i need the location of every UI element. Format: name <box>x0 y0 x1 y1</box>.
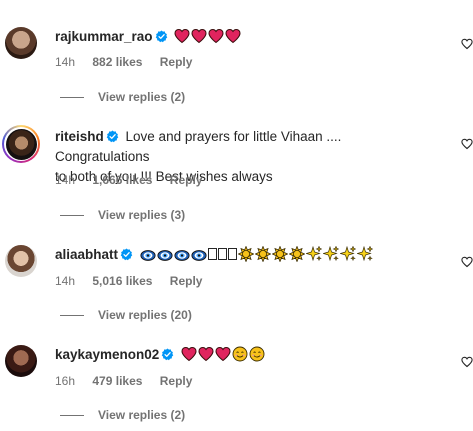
red-heart-emoji <box>208 28 224 44</box>
username[interactable]: riteishd <box>55 129 104 144</box>
evil-eye-emoji <box>174 249 190 262</box>
red-heart-emoji <box>181 346 197 362</box>
comment-time: 16h <box>55 374 76 388</box>
like-comment-icon[interactable] <box>461 356 473 368</box>
reply-button[interactable]: Reply <box>160 374 193 388</box>
like-comment-icon[interactable] <box>461 138 473 150</box>
divider <box>60 96 84 98</box>
like-comment-icon[interactable] <box>461 38 473 50</box>
comment-time: 14h <box>55 55 76 69</box>
reply-button[interactable]: Reply <box>170 274 203 288</box>
username[interactable]: rajkummar_rao <box>55 29 153 44</box>
sparkles-emoji <box>323 246 339 262</box>
avatar[interactable] <box>5 345 37 377</box>
comment-likes[interactable]: 5,016 likes <box>92 274 152 288</box>
sun-emoji <box>238 246 254 262</box>
username[interactable]: kaykaymenon02 <box>55 347 159 362</box>
missing-glyph <box>227 248 237 260</box>
red-heart-emoji <box>215 346 231 362</box>
view-replies-label: View replies (3) <box>98 208 186 222</box>
comment-likes[interactable]: 479 likes <box>92 374 142 388</box>
comment-time: 14h <box>55 173 76 187</box>
avatar-with-story-ring[interactable] <box>2 125 40 163</box>
sparkles-emoji <box>357 246 373 262</box>
missing-glyph <box>207 248 217 260</box>
smiling-face-emoji <box>249 346 265 362</box>
sparkles-emoji <box>340 246 356 262</box>
view-replies-button[interactable]: View replies (2) <box>60 90 185 104</box>
evil-eye-emoji <box>191 249 207 262</box>
evil-eye-emoji <box>157 249 173 262</box>
username[interactable]: aliaabhatt <box>55 247 118 262</box>
view-replies-label: View replies (2) <box>98 90 186 104</box>
evil-eye-emoji <box>140 249 156 262</box>
like-comment-icon[interactable] <box>461 256 473 268</box>
comment-likes[interactable]: 1,666 likes <box>92 173 152 187</box>
verified-badge-icon <box>106 130 119 143</box>
red-heart-emoji <box>191 28 207 44</box>
view-replies-button[interactable]: View replies (3) <box>60 208 185 222</box>
red-heart-emoji <box>225 28 241 44</box>
comment-time: 14h <box>55 274 76 288</box>
red-heart-emoji <box>174 28 190 44</box>
view-replies-label: View replies (20) <box>98 308 192 322</box>
avatar[interactable] <box>5 27 37 59</box>
sparkles-emoji <box>306 246 322 262</box>
verified-badge-icon <box>120 248 133 261</box>
sun-emoji <box>289 246 305 262</box>
avatar[interactable] <box>5 245 37 277</box>
verified-badge-icon <box>161 348 174 361</box>
view-replies-label: View replies (2) <box>98 408 186 422</box>
reply-button[interactable]: Reply <box>170 173 203 187</box>
smiling-face-emoji <box>232 346 248 362</box>
view-replies-button[interactable]: View replies (20) <box>60 308 192 322</box>
red-heart-emoji <box>198 346 214 362</box>
verified-badge-icon <box>155 30 168 43</box>
divider <box>60 414 84 416</box>
sun-emoji <box>272 246 288 262</box>
divider <box>60 314 84 316</box>
view-replies-button[interactable]: View replies (2) <box>60 408 185 422</box>
divider <box>60 214 84 216</box>
comment-likes[interactable]: 882 likes <box>92 55 142 69</box>
missing-glyph <box>217 248 227 260</box>
reply-button[interactable]: Reply <box>160 55 193 69</box>
sun-emoji <box>255 246 271 262</box>
